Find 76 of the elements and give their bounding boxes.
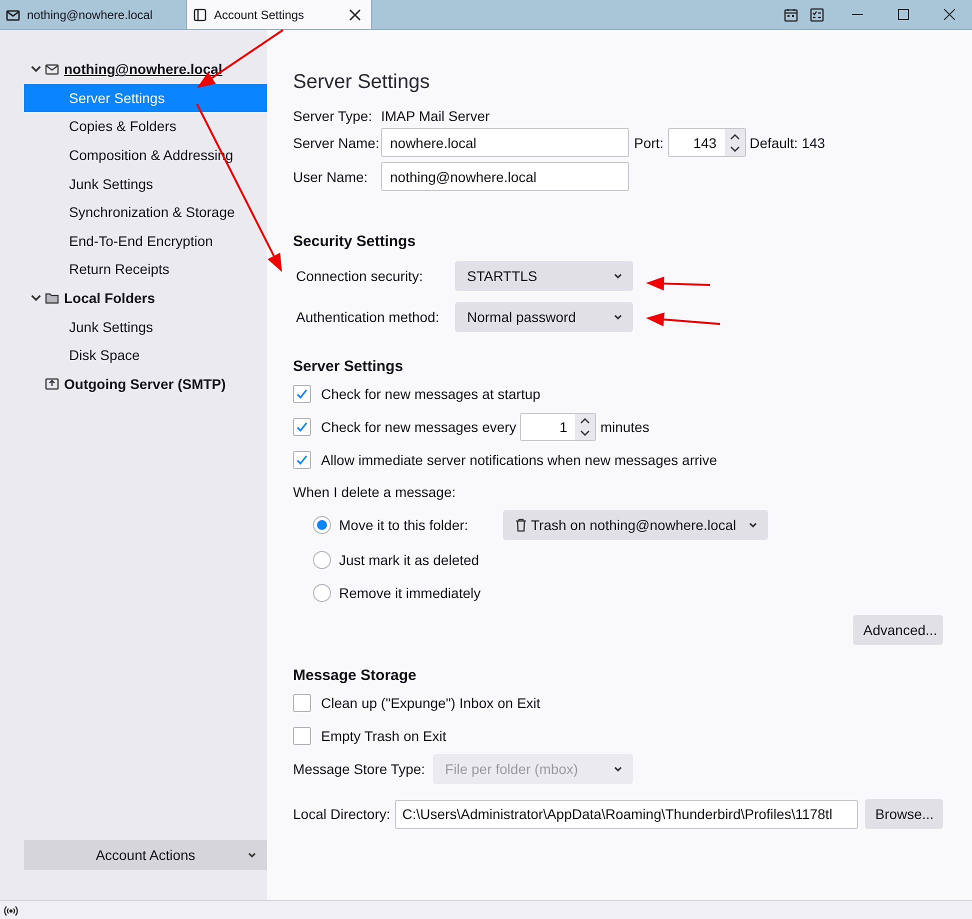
server-type-value: IMAP Mail Server xyxy=(381,108,490,124)
caret-icon xyxy=(613,271,623,281)
account-actions-button[interactable]: Account Actions xyxy=(24,840,267,870)
trash-icon xyxy=(515,518,527,532)
sidebar-item[interactable]: Copies & Folders xyxy=(24,112,267,141)
user-name-field[interactable]: nothing@nowhere.local xyxy=(381,162,629,191)
field-label: Message Store Type: xyxy=(293,761,426,777)
tab[interactable]: Account Settings xyxy=(186,0,372,29)
field-label: Authentication method: xyxy=(296,309,440,325)
default-port-label: Default: 143 xyxy=(750,134,826,150)
annotation-arrow xyxy=(646,276,710,291)
sidebar-item[interactable]: End-To-End Encryption xyxy=(24,226,267,256)
sidebar-item[interactable]: Return Receipts xyxy=(24,255,267,284)
browse-button[interactable]: Browse... xyxy=(865,799,944,829)
dropdown[interactable]: Normal password xyxy=(455,302,633,332)
account-item[interactable]: Outgoing Server (SMTP) xyxy=(64,376,226,392)
sidebar-item[interactable]: Junk Settings xyxy=(24,169,267,198)
checkbox-label: Clean up ("Expunge") Inbox on Exit xyxy=(321,694,540,710)
task-list-icon[interactable] xyxy=(810,8,824,22)
mail-icon xyxy=(6,8,20,22)
minutes-label: minutes xyxy=(600,418,650,434)
section-heading: Server Settings xyxy=(293,358,404,375)
account-item[interactable]: Local Folders xyxy=(64,290,156,306)
section-heading: Message Storage xyxy=(293,667,418,684)
close-icon[interactable] xyxy=(349,8,361,20)
field-label: Connection security: xyxy=(296,268,424,284)
delete-option-label: When I delete a message: xyxy=(293,484,456,500)
field-label: User Name: xyxy=(293,168,369,184)
minutes-spinner[interactable]: 1 xyxy=(520,412,596,440)
checkbox[interactable] xyxy=(293,418,311,436)
tab[interactable]: nothing@nowhere.local xyxy=(0,0,186,29)
outbox-icon xyxy=(45,376,59,391)
checkmark-icon xyxy=(295,420,309,434)
connection-icon xyxy=(4,904,18,916)
radio-label: Move it to this folder: xyxy=(339,517,470,533)
checkbox-label: Check for new messages at startup xyxy=(321,386,540,402)
dropdown[interactable]: STARTTLS xyxy=(455,261,633,291)
maximize-icon[interactable] xyxy=(898,9,908,20)
close-icon[interactable] xyxy=(944,9,954,20)
checkmark-icon xyxy=(295,452,309,466)
calendar-icon[interactable] xyxy=(784,8,798,22)
checkbox-label: Allow immediate server notifications when new messages arrive xyxy=(321,452,718,468)
checkbox[interactable] xyxy=(293,694,311,712)
radio-button[interactable] xyxy=(313,550,331,568)
page-title: Server Settings xyxy=(293,71,431,94)
radio-button[interactable] xyxy=(313,584,331,602)
radio-label: Remove it immediately xyxy=(339,584,482,600)
checkbox-label: Check for new messages every xyxy=(321,418,516,434)
radio-button[interactable] xyxy=(313,516,331,534)
sidebar-item[interactable]: Server Settings xyxy=(24,84,267,112)
field-label: Server Type: xyxy=(293,108,374,124)
checkbox-label: Empty Trash on Exit xyxy=(321,728,446,744)
caret-icon xyxy=(613,312,623,322)
caret-icon xyxy=(247,850,257,860)
checkbox[interactable] xyxy=(293,450,311,468)
radio-label: Just mark it as deleted xyxy=(339,552,480,568)
sidebar-item[interactable]: Junk Settings xyxy=(24,312,267,341)
port-spinner[interactable]: 143 xyxy=(668,128,746,157)
caret-icon xyxy=(613,764,624,774)
local-directory-field[interactable]: C:\Users\Administrator\AppData\Roaming\Thunderbird\Profiles\1178tl xyxy=(395,800,858,828)
sidebar-item[interactable]: Disk Space xyxy=(24,340,267,370)
folder-dropdown[interactable]: Trash on nothing@nowhere.local xyxy=(503,510,768,540)
field-label: Local Directory: xyxy=(293,806,390,822)
checkmark-icon xyxy=(295,386,309,400)
checkbox[interactable] xyxy=(293,726,311,744)
sidebar-item[interactable]: Synchronization & Storage xyxy=(24,198,267,227)
account-item[interactable]: nothing@nowhere.local xyxy=(64,61,222,78)
folder-icon xyxy=(45,291,59,306)
field-label: Server Name: xyxy=(293,134,377,150)
caret-icon xyxy=(748,520,758,530)
server-name-field[interactable]: nowhere.local xyxy=(381,128,629,157)
checkbox[interactable] xyxy=(293,384,311,402)
field-label: Port: xyxy=(634,134,664,150)
advanced-button[interactable]: Advanced... xyxy=(853,615,944,645)
mail-icon xyxy=(45,62,59,76)
section-heading: Security Settings xyxy=(293,233,417,250)
